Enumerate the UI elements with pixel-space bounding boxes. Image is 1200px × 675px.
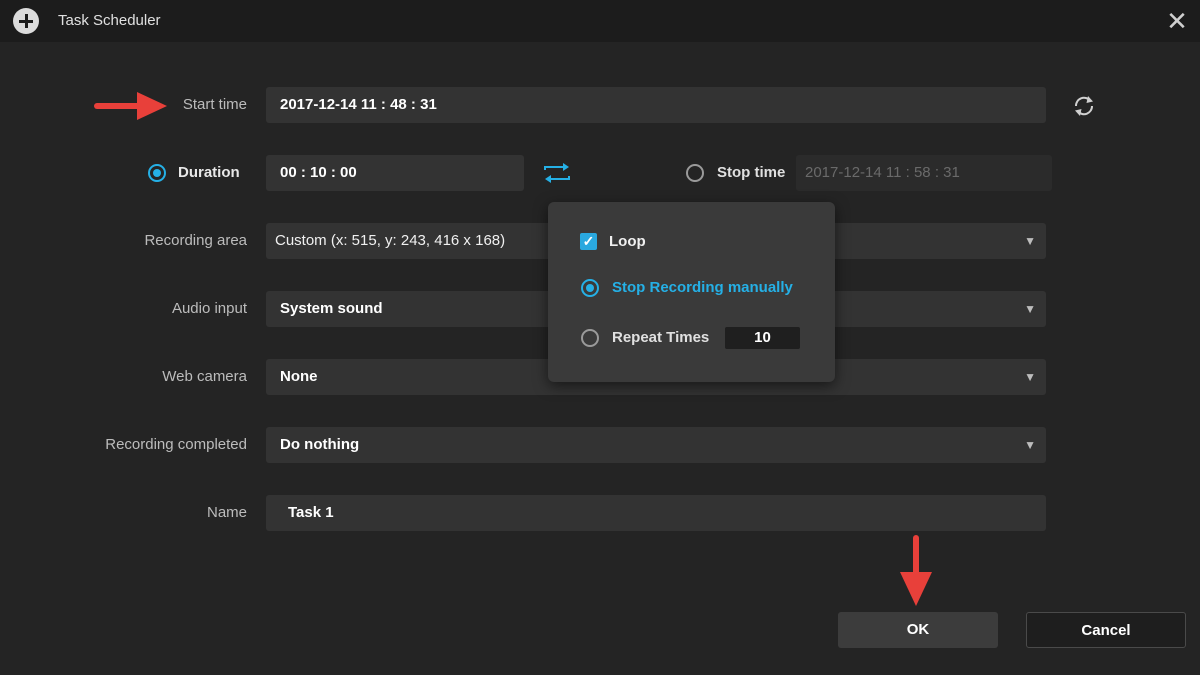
annotation-arrow-left (94, 92, 167, 120)
audio-input-label: Audio input (171, 300, 247, 317)
loop-popup: ✓ Loop Stop Recording manually Repeat Ti… (548, 202, 835, 382)
web-camera-value: None (280, 368, 318, 385)
chevron-down-icon: ▼ (1024, 370, 1036, 384)
stop-time-radio[interactable] (686, 164, 704, 182)
start-time-label: Start time (182, 96, 247, 113)
stop-manually-label[interactable]: Stop Recording manually (612, 279, 793, 296)
recording-completed-label: Recording completed (105, 436, 247, 453)
web-camera-label: Web camera (162, 368, 247, 385)
loop-checkbox[interactable]: ✓ (580, 233, 597, 250)
repeat-times-input[interactable]: 10 (725, 327, 800, 349)
stop-time-label: Stop time (717, 164, 786, 181)
cancel-button[interactable]: Cancel (1026, 612, 1186, 648)
check-icon: ✓ (582, 233, 595, 249)
repeat-times-radio[interactable] (581, 329, 599, 347)
duration-field[interactable]: 00 : 10 : 00 (266, 155, 524, 191)
swap-icon[interactable] (541, 160, 573, 186)
name-label: Name (206, 504, 247, 521)
duration-value: 00 : 10 : 00 (280, 164, 357, 181)
start-time-field[interactable]: 2017-12-14 11 : 48 : 31 (266, 87, 1046, 123)
add-icon (13, 8, 39, 34)
recording-area-label: Recording area (144, 232, 247, 249)
stop-time-field[interactable]: 2017-12-14 11 : 58 : 31 (796, 155, 1052, 191)
recording-completed-value: Do nothing (280, 436, 360, 453)
title-bar: Task Scheduler ✕ (0, 0, 1200, 42)
name-value: Task 1 (288, 504, 334, 521)
duration-radio[interactable] (148, 164, 166, 182)
refresh-icon[interactable] (1071, 93, 1097, 119)
recording-area-value: Custom (x: 515, y: 243, 416 x 168) (275, 232, 506, 249)
recording-completed-select[interactable]: Do nothing ▼ (266, 427, 1046, 463)
ok-button[interactable]: OK (838, 612, 998, 648)
audio-input-value: System sound (280, 300, 383, 317)
chevron-down-icon: ▼ (1024, 234, 1036, 248)
chevron-down-icon: ▼ (1024, 302, 1036, 316)
name-field[interactable]: Task 1 (266, 495, 1046, 531)
duration-label: Duration (178, 164, 240, 181)
close-icon[interactable]: ✕ (1162, 6, 1192, 36)
annotation-arrow-down (900, 535, 932, 606)
repeat-times-label: Repeat Times (612, 329, 710, 346)
start-time-value: 2017-12-14 11 : 48 : 31 (280, 96, 437, 113)
stop-manually-radio[interactable] (581, 279, 599, 297)
window-title: Task Scheduler (58, 12, 161, 29)
loop-label: Loop (609, 233, 646, 250)
stop-time-value: 2017-12-14 11 : 58 : 31 (805, 164, 960, 181)
chevron-down-icon: ▼ (1024, 438, 1036, 452)
